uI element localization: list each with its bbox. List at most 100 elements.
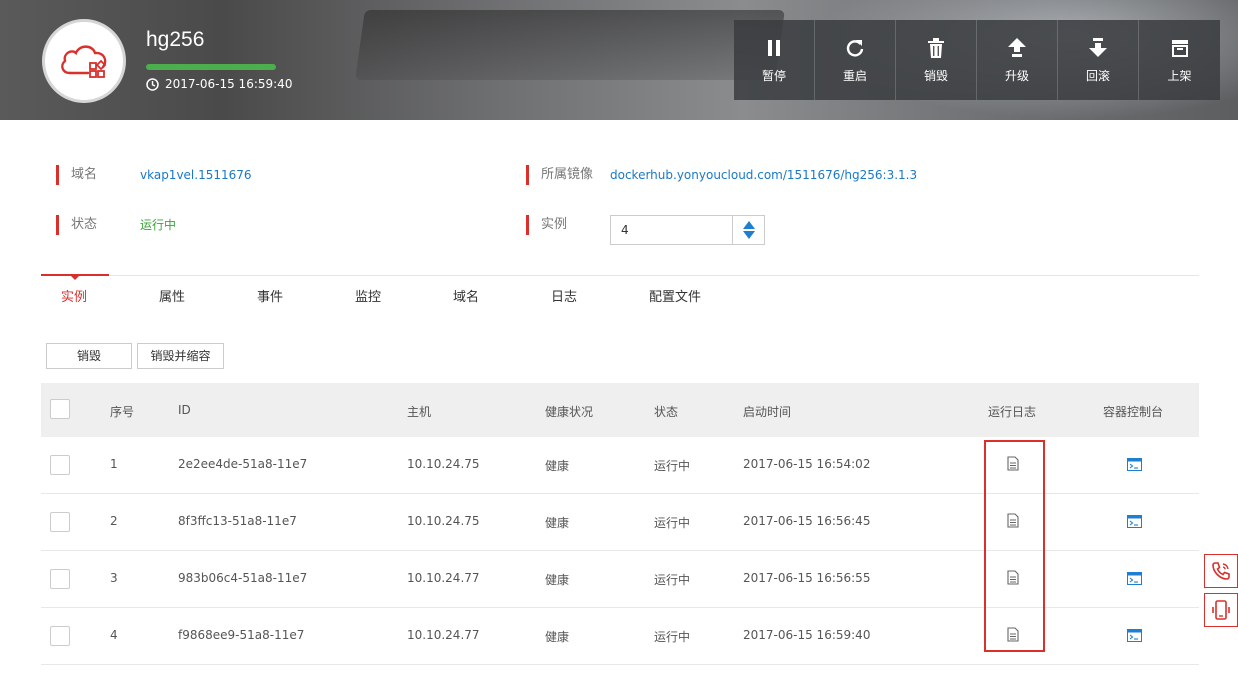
- restart-icon: [846, 39, 864, 57]
- trash-icon: [928, 37, 944, 58]
- status-label: 状态: [56, 215, 97, 235]
- row-start-time: 2017-06-15 16:56:55: [743, 571, 871, 585]
- select-all-checkbox[interactable]: [50, 399, 70, 419]
- shelf-label: 上架: [1167, 68, 1192, 83]
- domain-value[interactable]: vkap1vel.1511676: [140, 165, 252, 185]
- app-status-bar: [146, 64, 276, 70]
- row-id: 8f3ffc13-51a8-11e7: [178, 514, 297, 528]
- increment-icon[interactable]: [742, 221, 755, 229]
- instances-label: 实例: [526, 215, 567, 235]
- row-index: 2: [110, 514, 118, 528]
- destroy-app-button[interactable]: 销毁: [896, 20, 977, 100]
- restart-button[interactable]: 重启: [815, 20, 896, 100]
- destroy-button[interactable]: 销毁: [46, 343, 132, 369]
- decrement-icon[interactable]: [742, 231, 755, 239]
- header-console: 容器控制台: [1103, 405, 1164, 419]
- row-health: 健康: [545, 459, 570, 473]
- app-name: hg256: [146, 28, 205, 51]
- console-button[interactable]: [1127, 627, 1142, 646]
- app-start-time: 2017-06-15 16:59:40: [146, 77, 292, 91]
- row-status: 运行中: [654, 630, 691, 644]
- terminal-icon: [1127, 629, 1142, 642]
- row-status: 运行中: [654, 516, 691, 530]
- row-status: 运行中: [654, 573, 691, 587]
- clock-icon: [146, 77, 159, 91]
- app-logo: [42, 19, 126, 103]
- row-checkbox[interactable]: [50, 569, 70, 589]
- tab-properties[interactable]: 属性: [159, 286, 185, 305]
- tabs-divider: [41, 275, 1199, 276]
- instances-value[interactable]: 4: [611, 216, 732, 244]
- console-button[interactable]: [1127, 456, 1142, 475]
- image-label: 所属镜像: [526, 165, 593, 185]
- header-index: 序号: [110, 405, 135, 419]
- destroy-label: 销毁: [923, 68, 948, 83]
- upgrade-button[interactable]: 升级: [977, 20, 1058, 100]
- row-id: f9868ee9-51a8-11e7: [178, 628, 305, 642]
- console-button[interactable]: [1127, 513, 1142, 532]
- tab-monitoring[interactable]: 监控: [355, 286, 381, 305]
- rollback-label: 回滚: [1085, 68, 1110, 83]
- header-start-time: 启动时间: [743, 405, 792, 419]
- destroy-scale-button[interactable]: 销毁并缩容: [137, 343, 224, 369]
- tab-domain[interactable]: 域名: [453, 286, 479, 305]
- restart-label: 重启: [842, 68, 867, 83]
- row-health: 健康: [545, 516, 570, 530]
- header-health: 健康状况: [545, 405, 594, 419]
- row-host: 10.10.24.77: [407, 571, 480, 585]
- row-host: 10.10.24.75: [407, 514, 480, 528]
- mobile-contact-button[interactable]: [1204, 593, 1238, 627]
- header-run-log: 运行日志: [988, 405, 1037, 419]
- upgrade-icon: [1008, 37, 1026, 57]
- status-value: 运行中: [140, 218, 177, 232]
- rollback-button[interactable]: 回滚: [1058, 20, 1139, 100]
- tab-config-files[interactable]: 配置文件: [649, 286, 701, 305]
- header-status: 状态: [654, 405, 679, 419]
- mobile-icon: [1212, 600, 1230, 620]
- pause-icon: [768, 39, 780, 56]
- shelf-button[interactable]: 上架: [1139, 20, 1220, 100]
- row-index: 3: [110, 571, 118, 585]
- pause-button[interactable]: 暂停: [734, 20, 815, 100]
- row-health: 健康: [545, 630, 570, 644]
- header-host: 主机: [407, 405, 432, 419]
- row-start-time: 2017-06-15 16:54:02: [743, 457, 871, 471]
- row-health: 健康: [545, 573, 570, 587]
- instances-stepper[interactable]: 4: [610, 215, 765, 245]
- pause-label: 暂停: [761, 68, 786, 83]
- row-id: 983b06c4-51a8-11e7: [178, 571, 308, 585]
- image-value[interactable]: dockerhub.yonyoucloud.com/1511676/hg256:…: [610, 165, 917, 185]
- action-toolbar: 暂停 重启 销毁 升级 回滚 上架: [734, 20, 1220, 100]
- tab-events[interactable]: 事件: [257, 286, 283, 305]
- active-tab-caret: [71, 276, 79, 280]
- terminal-icon: [1127, 515, 1142, 528]
- table-header: 序号 ID 主机 健康状况 状态 启动时间 运行日志 容器控制台: [41, 383, 1199, 437]
- row-index: 4: [110, 628, 118, 642]
- row-status: 运行中: [654, 459, 691, 473]
- row-start-time: 2017-06-15 16:56:45: [743, 514, 871, 528]
- run-log-highlight: [984, 440, 1045, 652]
- row-host: 10.10.24.75: [407, 457, 480, 471]
- phone-contact-button[interactable]: [1204, 554, 1238, 588]
- terminal-icon: [1127, 572, 1142, 585]
- tab-instances[interactable]: 实例: [61, 286, 87, 305]
- shelf-icon: [1171, 39, 1188, 57]
- start-time-text: 2017-06-15 16:59:40: [165, 77, 293, 91]
- row-checkbox[interactable]: [50, 512, 70, 532]
- rollback-icon: [1089, 37, 1107, 57]
- tab-logs[interactable]: 日志: [551, 286, 577, 305]
- row-id: 2e2ee4de-51a8-11e7: [178, 457, 308, 471]
- console-button[interactable]: [1127, 570, 1142, 589]
- phone-icon: [1212, 562, 1230, 580]
- cloud-app-icon: [61, 45, 107, 78]
- row-checkbox[interactable]: [50, 455, 70, 475]
- upgrade-label: 升级: [1004, 68, 1029, 83]
- row-index: 1: [110, 457, 118, 471]
- domain-label: 域名: [56, 165, 97, 185]
- row-checkbox[interactable]: [50, 626, 70, 646]
- row-start-time: 2017-06-15 16:59:40: [743, 628, 871, 642]
- stepper-arrows[interactable]: [732, 216, 764, 244]
- header-id: ID: [178, 403, 191, 417]
- terminal-icon: [1127, 458, 1142, 471]
- row-host: 10.10.24.77: [407, 628, 480, 642]
